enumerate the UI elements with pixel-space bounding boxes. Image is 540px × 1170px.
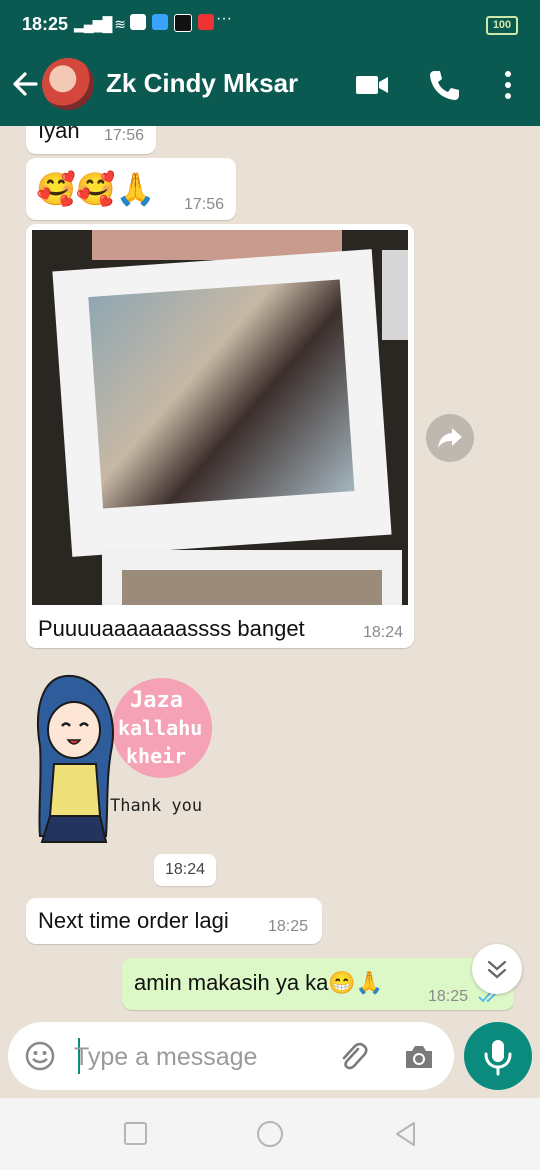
app-notification-icon (130, 14, 146, 30)
message-text: Next time order lagi (38, 908, 229, 933)
sticker-text-4: Thank you (110, 796, 203, 816)
message-emoji: 🥰🥰🙏 (36, 171, 156, 207)
incoming-message[interactable]: 🥰🥰🙏 17:56 (26, 158, 236, 220)
outgoing-message[interactable]: amin makasih ya ka😁🙏 18:25 (122, 958, 514, 1010)
photo-remote (382, 250, 408, 340)
message-time: 18:25 (428, 988, 469, 1005)
recent-apps-icon[interactable] (122, 1120, 150, 1148)
sticker-message[interactable]: Jaza kallahu kheir Thank you (26, 666, 216, 846)
sticker-text-2: kallahu (118, 716, 203, 740)
incoming-message[interactable]: Next time order lagi 18:25 (26, 898, 322, 944)
overflow-menu-icon[interactable] (490, 68, 526, 102)
home-icon[interactable] (256, 1120, 284, 1148)
chat-header: Zk Cindy Mksar (0, 44, 540, 126)
message-photo[interactable] (32, 230, 408, 605)
messenger-icon (152, 14, 168, 30)
mic-button[interactable] (464, 1022, 532, 1090)
youtube-icon (198, 14, 214, 30)
message-input[interactable] (72, 1040, 326, 1074)
notification-icons (130, 14, 214, 32)
incoming-image-message[interactable]: Puuuuaaaaaaassss banget 18:24 (26, 224, 414, 648)
message-composer (8, 1022, 454, 1090)
video-call-icon[interactable] (354, 68, 390, 102)
contact-avatar[interactable] (42, 58, 94, 110)
photo-frame (52, 249, 392, 557)
hijab-girl-sticker (37, 674, 212, 843)
battery-icon: 100 (486, 16, 518, 35)
signal-wifi-icon: ▂▄▆█ ≋ (74, 16, 126, 32)
scroll-to-bottom-button[interactable] (472, 944, 522, 994)
forward-icon[interactable] (426, 414, 474, 462)
framed-portrait (88, 279, 355, 509)
status-bar: 18:25 ▂▄▆█ ≋ ··· 100 (0, 0, 540, 44)
status-time: 18:25 (22, 14, 69, 34)
system-navigation-bar (0, 1098, 540, 1170)
voice-call-icon[interactable] (426, 68, 462, 102)
chat-area[interactable]: Iyah 17:56 🥰🥰🙏 17:56 Puuuuaaaaaaassss ba… (0, 126, 540, 1018)
back-nav-icon[interactable] (392, 1120, 420, 1148)
sticker-text-1: Jaza (130, 688, 183, 713)
attach-icon[interactable] (336, 1040, 370, 1074)
incoming-message[interactable]: Iyah 17:56 (26, 126, 156, 154)
message-time: 17:56 (184, 196, 225, 213)
camera-icon[interactable] (402, 1040, 436, 1074)
image-caption: Puuuuaaaaaaassss banget (38, 616, 305, 641)
more-notifications-icon: ··· (216, 10, 232, 27)
message-time: 18:25 (268, 918, 309, 935)
message-time: 17:56 (104, 127, 145, 144)
emoji-icon[interactable] (24, 1040, 56, 1072)
message-time: 18:24 (363, 624, 404, 641)
contact-name[interactable]: Zk Cindy Mksar (106, 68, 298, 99)
sticker-text-3: kheir (126, 744, 187, 768)
message-text: amin makasih ya ka😁🙏 (134, 970, 384, 995)
message-text: Iyah (38, 126, 80, 143)
back-arrow-icon[interactable] (10, 66, 40, 102)
sticker-time-chip: 18:24 (154, 854, 216, 886)
tiktok-icon (174, 14, 192, 32)
photo-frame-lower (102, 550, 402, 605)
framed-portrait-lower (122, 570, 382, 605)
